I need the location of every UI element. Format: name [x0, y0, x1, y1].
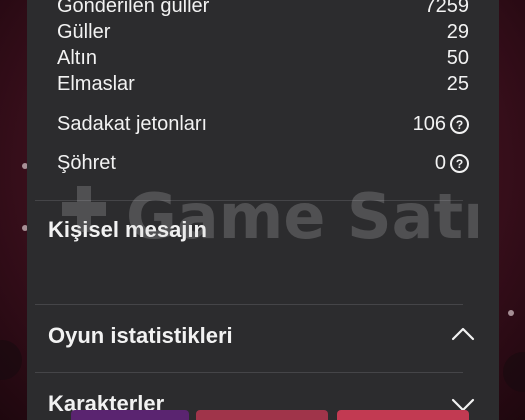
divider — [35, 304, 463, 305]
question-circle-icon[interactable]: ? — [450, 115, 469, 134]
character-card[interactable] — [337, 410, 469, 420]
stat-label: Altın — [57, 47, 98, 69]
stat-label: Gönderilen güller — [57, 0, 210, 17]
background-orb — [503, 352, 525, 392]
divider — [35, 200, 463, 201]
stat-row-loyalty-tokens: Sadakat jetonları 106 ? — [57, 113, 469, 136]
stat-value: 7259 — [424, 0, 470, 17]
profile-panel[interactable]: Gönderilen güller 7259 Güller 29 Altın 5… — [27, 0, 499, 420]
stat-row-diamonds: Elmaslar 25 — [57, 73, 469, 96]
character-card[interactable] — [71, 410, 189, 420]
stat-value: 29 — [446, 21, 469, 43]
question-circle-icon[interactable]: ? — [450, 154, 469, 173]
stat-row-roses: Güller 29 — [57, 21, 469, 44]
stat-label: Güller — [57, 21, 111, 43]
stat-value: 25 — [446, 73, 469, 95]
personal-message-heading[interactable]: Kişisel mesajın — [48, 217, 207, 243]
stat-value: 50 — [446, 47, 469, 69]
stat-row-gold: Altın 50 — [57, 47, 469, 70]
chevron-up-icon[interactable] — [451, 327, 475, 341]
background-orb — [0, 340, 22, 380]
background-dot — [508, 310, 514, 316]
stat-value: 0 — [434, 152, 446, 174]
game-stats-heading[interactable]: Oyun istatistikleri — [48, 323, 233, 349]
stat-label: Elmaslar — [57, 73, 135, 95]
stat-label: Şöhret — [57, 152, 116, 174]
character-card[interactable] — [196, 410, 328, 420]
stat-value: 106 — [412, 113, 446, 135]
character-cards[interactable] — [71, 410, 499, 420]
stat-row-sent-roses: Gönderilen güller 7259 — [57, 0, 469, 18]
stat-label: Sadakat jetonları — [57, 113, 208, 135]
stat-row-fame: Şöhret 0 ? — [57, 152, 469, 175]
divider — [35, 372, 463, 373]
